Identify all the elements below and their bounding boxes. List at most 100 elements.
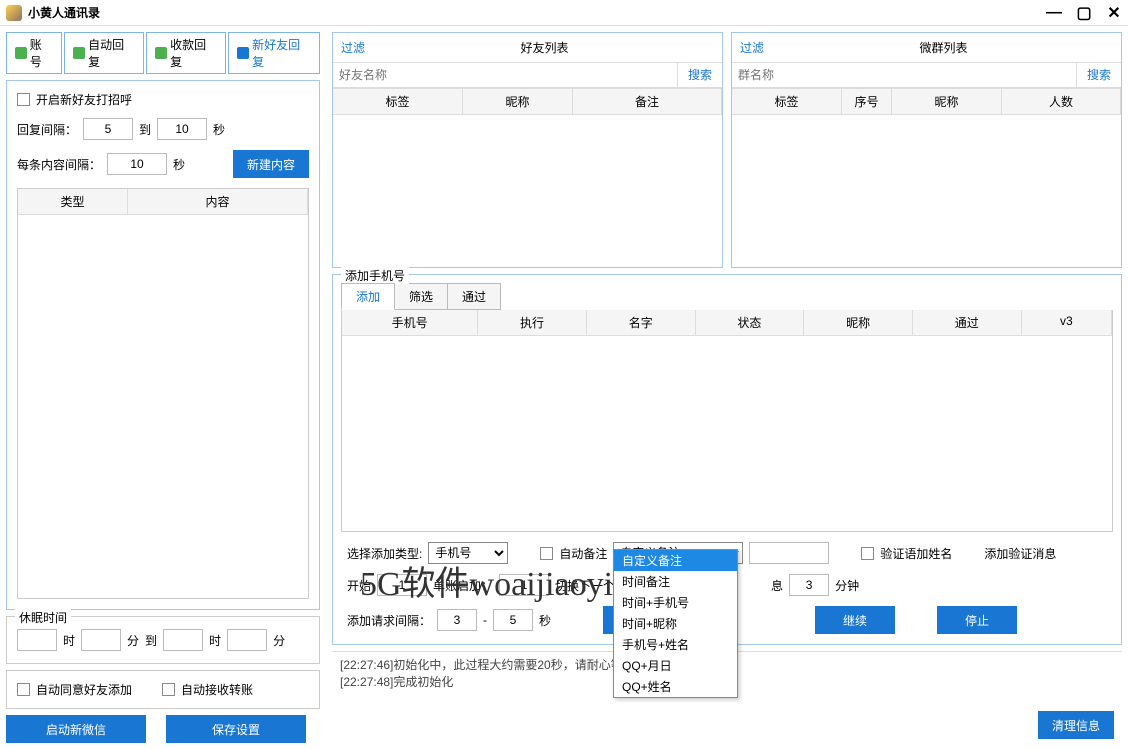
dropdown-item[interactable]: 手机号+姓名 xyxy=(614,634,737,655)
single-label: 单账启加： xyxy=(433,577,493,594)
col-count: 人数 xyxy=(1002,89,1121,114)
col-tag: 标签 xyxy=(732,89,842,114)
reqint-label: 添加请求间隔： xyxy=(347,612,431,629)
new-content-button[interactable]: 新建内容 xyxy=(233,150,309,178)
dropdown-item[interactable]: QQ+月日 xyxy=(614,655,737,676)
doc-icon xyxy=(15,47,27,59)
reqto-input[interactable] xyxy=(493,609,533,631)
auto-agree-checkbox[interactable] xyxy=(17,683,30,696)
verifyname-label: 验证语加姓名 xyxy=(880,545,952,562)
list-title: 微群列表 xyxy=(774,39,1113,56)
dropdown-item[interactable]: 时间+手机号 xyxy=(614,592,737,613)
titlebar: 小黄人通讯录 — ▢ ✕ xyxy=(0,0,1128,26)
rest-label: 息 xyxy=(771,577,783,594)
h-label: 时 xyxy=(63,632,75,649)
sleep-fieldset: 休眠时间 时 分 到 时 分 xyxy=(6,616,320,664)
maximize-icon[interactable]: ▢ xyxy=(1076,3,1092,23)
content-grid[interactable]: 类型 内容 xyxy=(17,188,309,599)
tab-autoreply[interactable]: 自动回复 xyxy=(64,32,144,74)
tab-label: 自动回复 xyxy=(88,36,135,70)
remark-dropdown[interactable]: 自定义备注 时间备注 时间+手机号 时间+昵称 手机号+姓名 QQ+月日 QQ+… xyxy=(613,549,738,698)
col-name: 名字 xyxy=(587,310,696,335)
subtab-filter[interactable]: 筛选 xyxy=(394,283,448,310)
filter-link[interactable]: 过滤 xyxy=(740,39,764,56)
minimize-icon[interactable]: — xyxy=(1046,4,1062,22)
sleep-m2[interactable] xyxy=(227,629,267,651)
start-label: 开始 xyxy=(347,577,371,594)
sleep-h1[interactable] xyxy=(17,629,57,651)
m-label: 分 xyxy=(273,632,285,649)
left-tabs: 账号 自动回复 收款回复 新好友回复 xyxy=(6,32,320,74)
launch-button[interactable]: 启动新微信 xyxy=(6,715,146,743)
auto-recv-checkbox[interactable] xyxy=(162,683,175,696)
content-interval-input[interactable] xyxy=(107,153,167,175)
doc-icon xyxy=(237,47,249,59)
enable-checkbox[interactable] xyxy=(17,93,30,106)
dropdown-item[interactable]: 时间备注 xyxy=(614,571,737,592)
continue-button[interactable]: 继续 xyxy=(815,606,895,634)
col-nick: 昵称 xyxy=(892,89,1002,114)
tab-payment[interactable]: 收款回复 xyxy=(146,32,226,74)
subtab-pass[interactable]: 通过 xyxy=(447,283,501,310)
col-nick: 昵称 xyxy=(463,89,573,114)
doc-icon xyxy=(155,47,167,59)
sleep-legend: 休眠时间 xyxy=(15,609,71,626)
verifyname-checkbox[interactable] xyxy=(861,547,874,560)
addverify-link[interactable]: 添加验证消息 xyxy=(984,545,1056,562)
col-pass: 通过 xyxy=(913,310,1022,335)
auto-options: 自动同意好友添加 自动接收转账 xyxy=(6,670,320,709)
search-button[interactable]: 搜索 xyxy=(1076,63,1121,87)
sleep-h2[interactable] xyxy=(163,629,203,651)
sec-label: 秒 xyxy=(213,121,225,138)
newfriend-panel: 开启新好友打招呼 回复间隔： 到 秒 每条内容间隔： 秒 新建内容 类型 内容 xyxy=(6,80,320,610)
sleep-m1[interactable] xyxy=(81,629,121,651)
interval-from-input[interactable] xyxy=(83,118,133,140)
selecttype-label: 选择添加类型: xyxy=(347,545,422,562)
col-remark: 备注 xyxy=(573,89,722,114)
dropdown-item[interactable]: QQ+姓名 xyxy=(614,676,737,697)
col-type: 类型 xyxy=(18,189,128,214)
start-input[interactable] xyxy=(377,574,427,596)
addphone-legend: 添加手机号 xyxy=(341,267,409,284)
subtab-add[interactable]: 添加 xyxy=(341,283,395,310)
autoremark-checkbox[interactable] xyxy=(540,547,553,560)
stop-button[interactable]: 停止 xyxy=(937,606,1017,634)
col-phone: 手机号 xyxy=(342,310,478,335)
filter-link[interactable]: 过滤 xyxy=(341,39,365,56)
single-input[interactable] xyxy=(499,574,549,596)
rest-input[interactable] xyxy=(789,574,829,596)
app-title: 小黄人通讯录 xyxy=(28,4,100,21)
friend-list-box: 过滤好友列表 搜索 标签 昵称 备注 xyxy=(332,32,723,268)
app-icon xyxy=(6,5,22,21)
save-button[interactable]: 保存设置 xyxy=(166,715,306,743)
tab-label: 收款回复 xyxy=(170,36,217,70)
tab-newfriend[interactable]: 新好友回复 xyxy=(228,32,320,74)
autoremark-label: 自动备注 xyxy=(559,545,607,562)
doc-icon xyxy=(73,47,85,59)
m-label: 分 xyxy=(127,632,139,649)
clear-button[interactable]: 清理信息 xyxy=(1038,711,1114,739)
enable-label: 开启新好友打招呼 xyxy=(36,91,132,108)
col-status: 状态 xyxy=(696,310,805,335)
col-exec: 执行 xyxy=(478,310,587,335)
phone-grid[interactable]: 手机号 执行 名字 状态 昵称 通过 v3 xyxy=(341,310,1113,532)
group-search-input[interactable] xyxy=(732,63,1076,87)
restmin-label: 分钟 xyxy=(835,577,859,594)
col-content: 内容 xyxy=(128,189,308,214)
content-interval-label: 每条内容间隔： xyxy=(17,156,101,173)
type-select[interactable]: 手机号 xyxy=(428,542,508,564)
reqfrom-input[interactable] xyxy=(437,609,477,631)
dropdown-item[interactable]: 时间+昵称 xyxy=(614,613,737,634)
to-label: 到 xyxy=(139,121,151,138)
sec-label: 秒 xyxy=(173,156,185,173)
bottom-buttons: 启动新微信 保存设置 xyxy=(6,715,320,743)
remark-input[interactable] xyxy=(749,542,829,564)
dash-label: - xyxy=(483,613,487,627)
search-button[interactable]: 搜索 xyxy=(677,63,722,87)
interval-to-input[interactable] xyxy=(157,118,207,140)
friend-search-input[interactable] xyxy=(333,63,677,87)
close-icon[interactable]: ✕ xyxy=(1106,3,1122,23)
dropdown-item[interactable]: 自定义备注 xyxy=(614,550,737,571)
tab-account[interactable]: 账号 xyxy=(6,32,62,74)
to-label: 到 xyxy=(145,632,157,649)
